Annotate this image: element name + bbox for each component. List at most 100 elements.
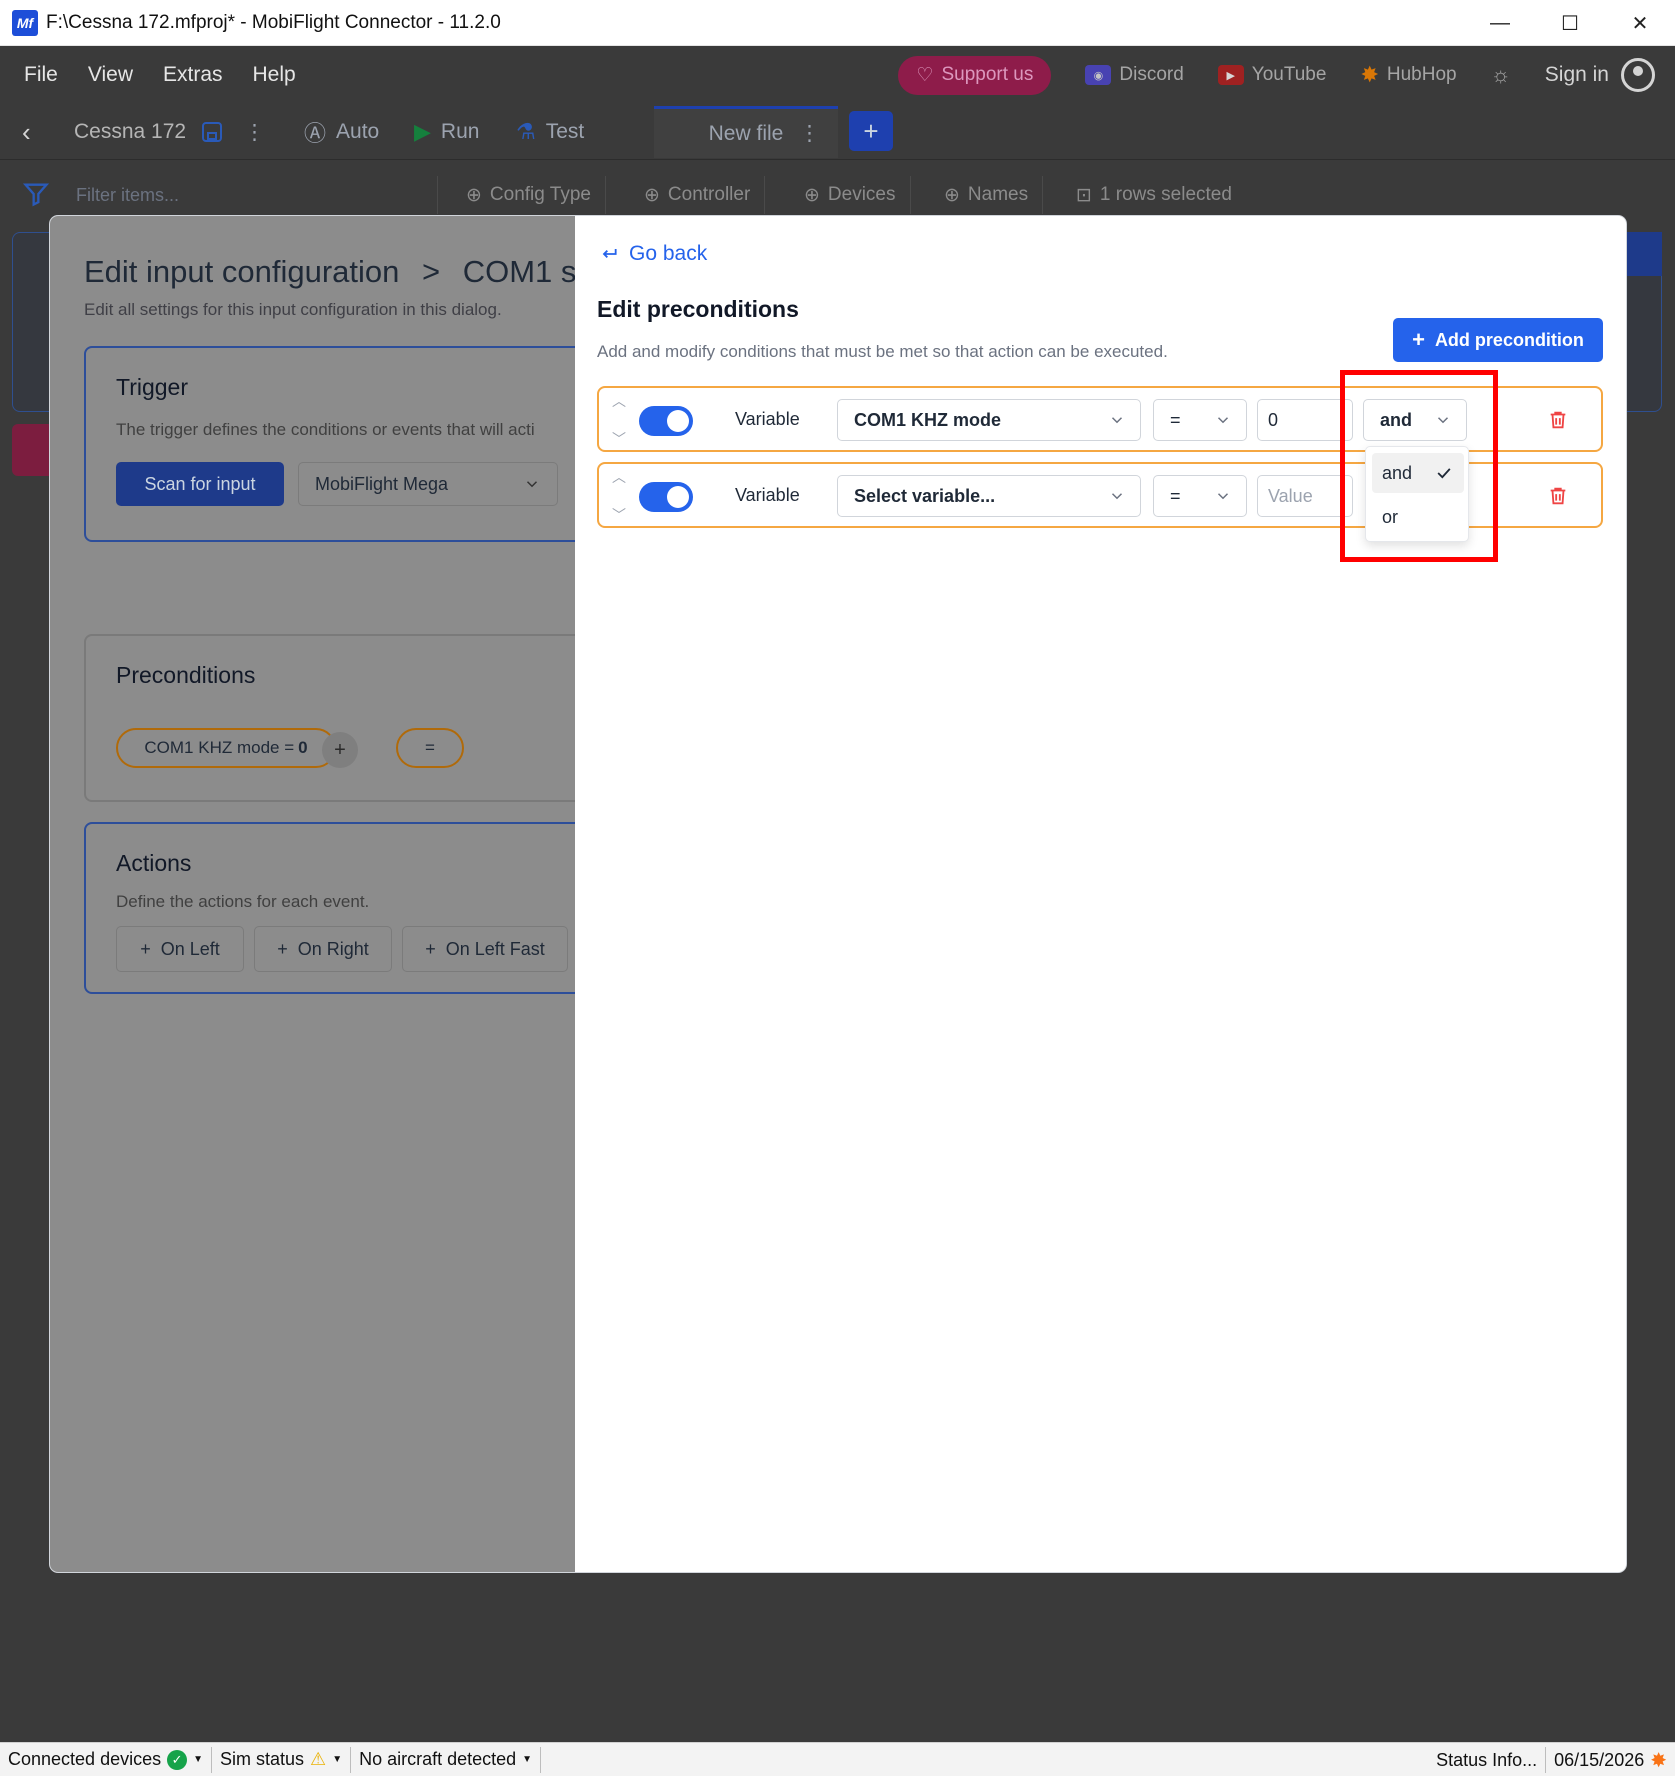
app-logo-icon: Mf bbox=[12, 9, 38, 36]
test-button[interactable]: ⚗ Test bbox=[516, 104, 584, 160]
sun-icon: ☼ bbox=[1490, 62, 1511, 87]
youtube-link[interactable]: ▶ YouTube bbox=[1217, 64, 1326, 86]
precondition-enabled-toggle[interactable] bbox=[639, 406, 693, 436]
on-left-fast-button[interactable]: + On Left Fast bbox=[402, 926, 568, 972]
devices-filter[interactable]: ⊕ Devices bbox=[790, 176, 911, 214]
pill-value: 0 bbox=[298, 738, 308, 757]
user-avatar-icon bbox=[1621, 58, 1655, 92]
chip-label: Config Type bbox=[489, 184, 591, 205]
hubhop-link[interactable]: ✸ HubHop bbox=[1360, 62, 1456, 88]
value-input[interactable]: Value bbox=[1257, 475, 1353, 517]
support-us-button[interactable]: ♡ Support us bbox=[898, 55, 1052, 95]
sim-status-label: Sim status bbox=[220, 1749, 305, 1769]
plus-icon: + bbox=[1412, 327, 1425, 352]
connected-devices-label: Connected devices bbox=[8, 1749, 162, 1769]
theme-toggle-button[interactable]: ☼ bbox=[1491, 62, 1511, 88]
plus-icon: + bbox=[277, 938, 288, 959]
add-tab-button[interactable]: + bbox=[849, 111, 893, 151]
operator-select[interactable]: = bbox=[1153, 475, 1247, 517]
on-right-label: On Right bbox=[297, 938, 369, 959]
precondition-type-label: Variable bbox=[735, 485, 800, 505]
move-up-icon[interactable]: ︿ bbox=[612, 394, 626, 408]
close-button[interactable]: ✕ bbox=[1605, 0, 1675, 46]
tab-new-file[interactable]: New file ⋮ bbox=[654, 106, 838, 158]
actions-description: Define the actions for each event. bbox=[116, 892, 370, 911]
flask-icon: ⚗ bbox=[516, 119, 536, 144]
add-precondition-small-button[interactable]: + bbox=[322, 732, 358, 768]
variable-select[interactable]: COM1 KHZ mode bbox=[837, 399, 1141, 441]
device-select-value: MobiFlight Mega bbox=[315, 473, 449, 494]
move-down-icon[interactable]: ﹀ bbox=[612, 432, 626, 446]
move-up-icon[interactable]: ︿ bbox=[612, 470, 626, 484]
sim-status[interactable]: Sim status ⚠ ▼ bbox=[212, 1746, 352, 1773]
variable-select[interactable]: Select variable... bbox=[837, 475, 1141, 517]
variable-select-value: Select variable... bbox=[854, 485, 996, 506]
status-info[interactable]: Status Info... bbox=[1428, 1747, 1547, 1773]
add-precondition-button[interactable]: + Add precondition bbox=[1393, 318, 1603, 362]
more-vertical-icon: ⋮ bbox=[244, 120, 265, 144]
minimize-button[interactable]: — bbox=[1465, 0, 1535, 46]
config-type-filter[interactable]: ⊕ Config Type bbox=[452, 176, 606, 214]
tab-menu-icon[interactable]: ⋮ bbox=[799, 121, 820, 146]
reorder-controls: ︿ ﹀ bbox=[609, 394, 629, 446]
connected-devices-status[interactable]: Connected devices ✓ ▼ bbox=[0, 1746, 213, 1773]
chevron-down-icon bbox=[1217, 417, 1229, 424]
preconditions-heading: Preconditions bbox=[116, 662, 256, 688]
plus-circle-icon: ⊕ bbox=[466, 184, 482, 206]
support-label: Support us bbox=[941, 64, 1034, 85]
chevron-down-icon bbox=[1111, 417, 1123, 424]
filter-input[interactable]: Filter items... bbox=[64, 176, 438, 214]
project-name: Cessna 172 bbox=[74, 120, 187, 143]
back-button[interactable]: ‹ bbox=[22, 104, 31, 160]
aircraft-status[interactable]: No aircraft detected ▼ bbox=[351, 1746, 542, 1773]
actions-card: Actions Define the actions for each even… bbox=[84, 822, 575, 994]
precondition-pill[interactable]: COM1 KHZ mode = 0 bbox=[116, 728, 336, 768]
menu-help[interactable]: Help bbox=[253, 63, 296, 87]
select-icon: ⊡ bbox=[1076, 184, 1092, 206]
table-header-background bbox=[1626, 232, 1662, 276]
menu-view[interactable]: View bbox=[88, 63, 133, 87]
names-filter[interactable]: ⊕ Names bbox=[930, 176, 1044, 214]
selection-count: ⊡ 1 rows selected bbox=[1062, 176, 1246, 214]
filter-icon bbox=[22, 183, 50, 207]
controller-filter[interactable]: ⊕ Controller bbox=[630, 176, 766, 214]
precondition-pill-empty[interactable]: = bbox=[396, 728, 464, 768]
operator-select[interactable]: = bbox=[1153, 399, 1247, 441]
go-back-link[interactable]: Go back bbox=[599, 242, 707, 266]
move-down-icon[interactable]: ﹀ bbox=[612, 508, 626, 522]
test-label: Test bbox=[545, 120, 585, 143]
plus-circle-icon: ⊕ bbox=[644, 184, 660, 206]
input-config-pane: Edit input configuration > COM1 st Edit … bbox=[50, 216, 575, 1572]
chevron-down-icon bbox=[1111, 493, 1123, 500]
reorder-controls: ︿ ﹀ bbox=[609, 470, 629, 522]
discord-link[interactable]: ◉ Discord bbox=[1085, 64, 1184, 86]
auto-label: Auto bbox=[336, 120, 380, 143]
device-select[interactable]: MobiFlight Mega bbox=[298, 462, 558, 506]
run-button[interactable]: ▶ Run bbox=[414, 104, 479, 160]
sign-in-button[interactable]: Sign in bbox=[1545, 58, 1655, 92]
menu-extras[interactable]: Extras bbox=[163, 63, 223, 87]
delete-precondition-icon[interactable] bbox=[1547, 408, 1569, 432]
check-circle-icon: ✓ bbox=[167, 1749, 188, 1770]
caret-down-icon: ▼ bbox=[193, 1754, 204, 1765]
save-button[interactable] bbox=[200, 104, 224, 160]
hubhop-icon: ✸ bbox=[1360, 62, 1379, 87]
maximize-button[interactable]: ☐ bbox=[1535, 0, 1605, 46]
add-precondition-label: Add precondition bbox=[1434, 329, 1584, 350]
auto-button[interactable]: Ⓐ Auto bbox=[304, 104, 379, 160]
value-input[interactable]: 0 bbox=[1257, 399, 1353, 441]
window-controls: — ☐ ✕ bbox=[1465, 0, 1675, 46]
delete-precondition-icon[interactable] bbox=[1547, 484, 1569, 508]
project-menu-button[interactable]: ⋮ bbox=[244, 104, 265, 160]
menu-file[interactable]: File bbox=[24, 63, 58, 87]
caret-down-icon: ▼ bbox=[522, 1754, 533, 1765]
on-left-button[interactable]: + On Left bbox=[116, 926, 244, 972]
scan-for-input-button[interactable]: Scan for input bbox=[116, 462, 284, 506]
precondition-enabled-toggle[interactable] bbox=[639, 482, 693, 512]
sign-in-label: Sign in bbox=[1544, 63, 1609, 86]
plus-circle-icon: ⊕ bbox=[804, 184, 820, 206]
youtube-icon: ▶ bbox=[1217, 65, 1244, 85]
plus-icon: + bbox=[425, 938, 436, 959]
hubhop-status-icon: ✸ bbox=[1650, 1749, 1667, 1772]
on-right-button[interactable]: + On Right bbox=[254, 926, 392, 972]
